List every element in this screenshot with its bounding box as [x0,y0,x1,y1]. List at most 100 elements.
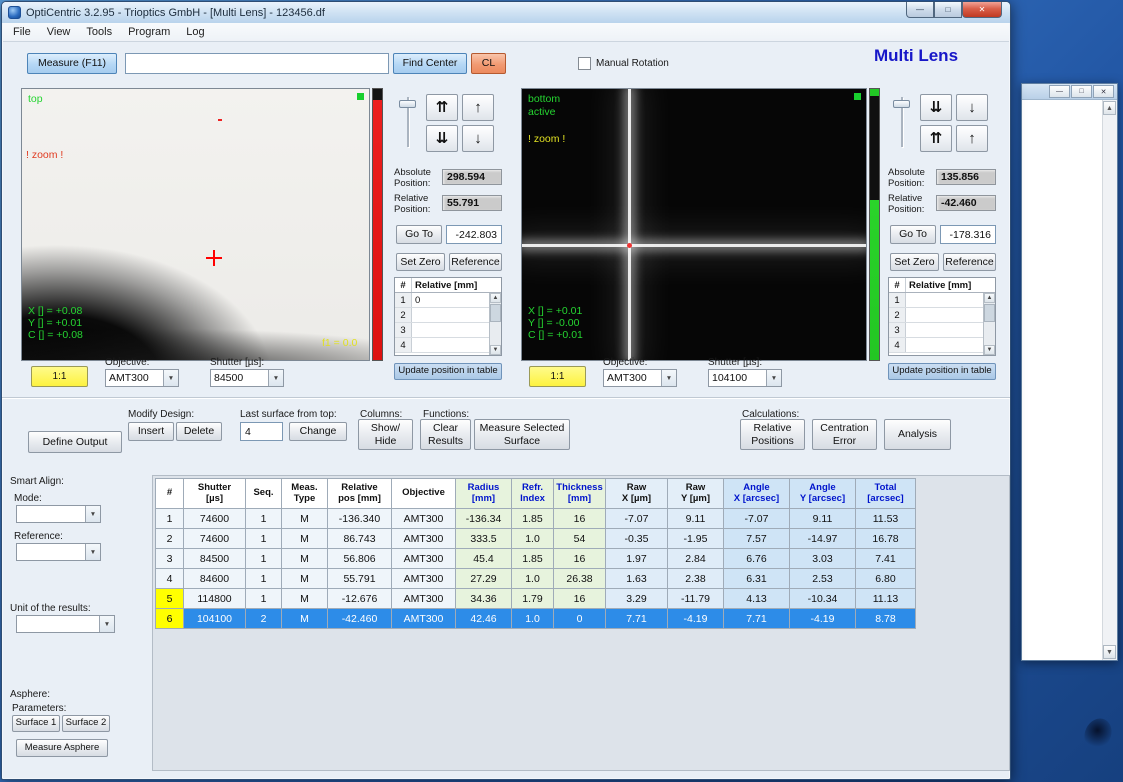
define-output-button[interactable]: Define Output [28,431,122,453]
list-item[interactable]: 2 [395,308,501,323]
update-position-button[interactable]: Update position in table [888,363,996,380]
list-item[interactable]: 1 0 [395,293,501,308]
table-row[interactable]: 51148001M-12.676AMT30034.361.79163.29-11… [156,589,916,609]
move-up-button[interactable]: ↑ [956,125,988,152]
table-row[interactable]: 2746001M86.743AMT300333.51.054-0.35-1.95… [156,529,916,549]
table-row[interactable]: 1746001M-136.340AMT300-136.341.8516-7.07… [156,509,916,529]
objective-select[interactable]: AMT300 ▼ [105,369,179,387]
app-icon[interactable] [8,6,21,19]
scrollbar[interactable]: ▲ ▼ [1102,100,1117,660]
measure-asphere-button[interactable]: Measure Asphere [16,739,108,757]
minimize-icon[interactable]: — [906,2,934,18]
scroll-up-icon[interactable]: ▲ [984,293,995,303]
menu-program[interactable]: Program [120,24,178,40]
goto-button[interactable]: Go To [396,225,442,244]
column-header[interactable]: Meas. Type [282,479,328,509]
scrollbar-thumb[interactable] [984,304,995,322]
list-item[interactable]: 2 [889,308,995,323]
find-center-button[interactable]: Find Center [393,53,467,74]
chevron-down-icon[interactable]: ▼ [268,370,283,386]
mode-select[interactable]: ▼ [16,505,101,523]
chevron-down-icon[interactable]: ▼ [85,544,100,560]
shutter-select[interactable]: 84500 ▼ [210,369,284,387]
column-header[interactable]: Angle Y [arcsec] [790,479,856,509]
move-down-button[interactable]: ↓ [956,94,988,121]
measure-button[interactable]: Measure (F11) [27,53,117,74]
goto-input[interactable] [940,225,996,244]
goto-button[interactable]: Go To [890,225,936,244]
menu-file[interactable]: File [5,24,39,40]
close-icon[interactable]: ✕ [962,2,1002,18]
column-header[interactable]: Total [arcsec] [856,479,916,509]
column-header[interactable]: Raw X [µm] [606,479,668,509]
set-zero-button[interactable]: Set Zero [396,253,445,271]
scroll-down-icon[interactable]: ▼ [1103,645,1116,659]
change-button[interactable]: Change [289,422,347,441]
scrollbar[interactable]: ▲ ▼ [983,293,995,355]
scale-button[interactable]: 1:1 [31,366,88,387]
list-item[interactable]: 4 [889,338,995,353]
menu-log[interactable]: Log [178,24,212,40]
camera-view-bottom[interactable]: bottom active ! zoom ! X [] = +0.01 Y []… [521,88,867,361]
move-up-button[interactable]: ↑ [462,94,494,121]
scrollbar-thumb[interactable] [490,304,501,322]
list-item[interactable]: 3 [395,323,501,338]
analysis-button[interactable]: Analysis [884,419,951,450]
move-fast-down-button[interactable]: ⇊ [426,125,458,152]
shutter-select[interactable]: 104100 ▼ [708,369,782,387]
titlebar[interactable]: OptiCentric 3.2.95 - Trioptics GmbH - [M… [2,2,1010,23]
camera-view-top[interactable]: top ! zoom ! X [] = +0.08 Y [] = +0.01 C… [21,88,370,361]
scroll-up-icon[interactable]: ▲ [1103,101,1116,115]
scroll-down-icon[interactable]: ▼ [490,345,501,355]
set-zero-button[interactable]: Set Zero [890,253,939,271]
clear-results-button[interactable]: Clear Results [420,419,471,450]
move-fast-down-button[interactable]: ⇊ [920,94,952,121]
move-fast-up-button[interactable]: ⇈ [920,125,952,152]
table-row[interactable]: 4846001M55.791AMT30027.291.026.381.632.3… [156,569,916,589]
maximize-icon[interactable]: □ [1071,85,1092,98]
relative-positions-button[interactable]: Relative Positions [740,419,805,450]
close-icon[interactable]: ✕ [1093,85,1114,98]
list-item[interactable]: 3 [889,323,995,338]
scale-button[interactable]: 1:1 [529,366,586,387]
unit-select[interactable]: ▼ [16,615,115,633]
menu-view[interactable]: View [39,24,79,40]
column-header[interactable]: Raw Y [µm] [668,479,724,509]
list-item[interactable]: 1 [889,293,995,308]
relative-position-table[interactable]: # Relative [mm] 1 0 2 3 4 ▲ ▼ [394,277,502,356]
table-row[interactable]: 61041002M-42.460AMT30042.461.007.71-4.19… [156,609,916,629]
scroll-up-icon[interactable]: ▲ [490,293,501,303]
chevron-down-icon[interactable]: ▼ [766,370,781,386]
chevron-down-icon[interactable]: ▼ [99,616,114,632]
delete-button[interactable]: Delete [176,422,222,441]
manual-rotation-checkbox[interactable] [578,57,591,70]
move-fast-up-button[interactable]: ⇈ [426,94,458,121]
maximize-icon[interactable]: □ [934,2,962,18]
background-window[interactable]: — □ ✕ ▲ ▼ [1021,83,1118,661]
cl-button[interactable]: CL [471,53,506,74]
column-header[interactable]: Thickness [mm] [554,479,606,509]
column-header[interactable]: Seq. [246,479,282,509]
show-hide-button[interactable]: Show/ Hide [358,419,413,450]
measure-selected-button[interactable]: Measure Selected Surface [474,419,570,450]
minimize-icon[interactable]: — [1049,85,1070,98]
list-item[interactable]: 4 [395,338,501,353]
chevron-down-icon[interactable]: ▼ [163,370,178,386]
goto-input[interactable] [446,225,502,244]
reference-button[interactable]: Reference [449,253,502,271]
table-row[interactable]: 3845001M56.806AMT30045.41.85161.972.846.… [156,549,916,569]
objective-select[interactable]: AMT300 ▼ [603,369,677,387]
last-surface-input[interactable] [240,422,283,441]
command-input[interactable] [125,53,389,74]
surface2-button[interactable]: Surface 2 [62,715,110,732]
chevron-down-icon[interactable]: ▼ [661,370,676,386]
update-position-button[interactable]: Update position in table [394,363,502,380]
centration-error-button[interactable]: Centration Error [812,419,877,450]
column-header[interactable]: # [156,479,184,509]
menu-tools[interactable]: Tools [78,24,120,40]
reference-button[interactable]: Reference [943,253,996,271]
chevron-down-icon[interactable]: ▼ [85,506,100,522]
scrollbar[interactable]: ▲ ▼ [489,293,501,355]
insert-button[interactable]: Insert [128,422,174,441]
surface1-button[interactable]: Surface 1 [12,715,60,732]
